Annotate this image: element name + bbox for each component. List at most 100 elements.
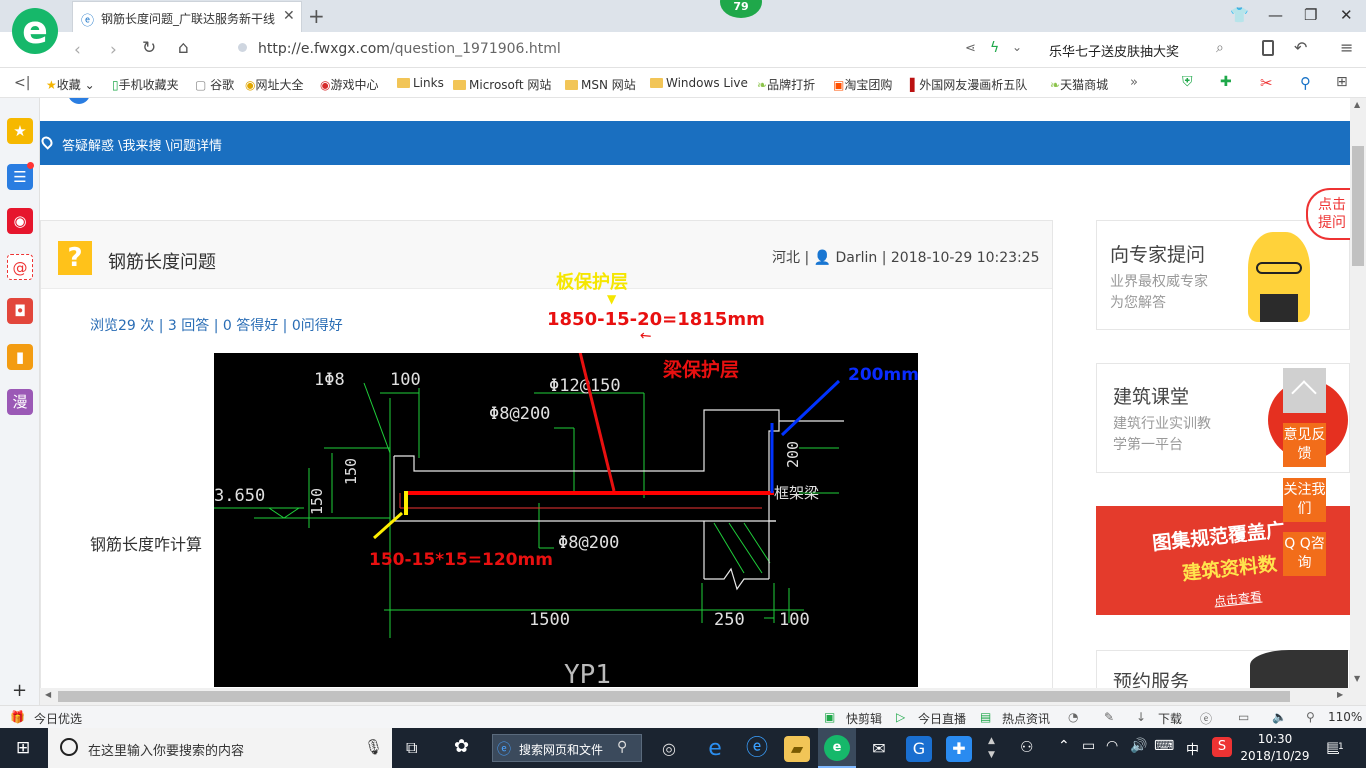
refresh-icon[interactable]: ↻ <box>142 38 156 58</box>
vertical-scroll-thumb[interactable] <box>1352 146 1364 266</box>
scroll-up-icon[interactable]: ▲ <box>1354 100 1360 109</box>
status-zoom[interactable]: 110% <box>1328 710 1362 724</box>
wifi-icon[interactable]: ◠ <box>1106 738 1118 754</box>
taskbar-scroll-icon[interactable]: ▲ ▼ <box>988 734 995 762</box>
float-ask-button[interactable]: 点击提问 <box>1306 188 1354 240</box>
bookmark-brand[interactable]: ❧品牌打折 <box>757 76 815 93</box>
bookmark-windows-live[interactable]: Windows Live <box>650 76 748 90</box>
window-icon[interactable]: ▭ <box>1238 710 1249 724</box>
manga-icon[interactable]: 漫 <box>7 389 33 415</box>
bookmark-mobile[interactable]: ▯手机收藏夹 <box>112 76 179 93</box>
taskbar-edge-icon[interactable]: e <box>702 736 728 762</box>
breadcrumb-bar <box>40 121 1350 165</box>
browser-logo-icon[interactable]: e <box>12 8 58 54</box>
speaker-icon[interactable]: 🔊 <box>1130 738 1147 754</box>
bookmark-msn[interactable]: MSN 网站 <box>565 76 636 93</box>
pin-icon[interactable]: ✎ <box>1104 710 1114 724</box>
ime-indicator[interactable]: 中 <box>1186 739 1199 758</box>
undo-icon[interactable]: ↶ <box>1294 38 1307 57</box>
status-today[interactable]: 今日优选 <box>34 710 82 727</box>
magnifier-icon[interactable]: ⚲ <box>1300 74 1311 92</box>
scroll-left-icon[interactable]: ◀ <box>45 690 51 699</box>
battery-icon[interactable]: ▭ <box>1082 738 1095 754</box>
people-icon[interactable]: ⚇ <box>1020 738 1033 756</box>
chevron-down-icon[interactable]: ⌄ <box>1012 40 1022 54</box>
tab-active[interactable]: ⓔ 钢筋长度问题_广联达服务新干线 ✕ <box>72 1 302 32</box>
scroll-top-button[interactable] <box>1283 368 1326 413</box>
taskbar-explorer-icon[interactable]: ▰ <box>784 736 810 762</box>
windows-start-icon[interactable]: ⊞ <box>16 738 30 758</box>
weibo-icon[interactable]: ◉ <box>7 208 33 234</box>
clock-time: 10:30 <box>1257 732 1293 746</box>
promo-line2: 建筑资料数 <box>1181 553 1279 585</box>
forward-icon[interactable]: › <box>110 40 117 60</box>
home-icon[interactable]: ⌂ <box>178 38 189 58</box>
mail-icon[interactable]: @ <box>7 254 33 280</box>
favorites-star-icon[interactable]: ★ <box>7 118 33 144</box>
shield-icon[interactable]: ⛨ <box>1182 74 1193 90</box>
bookmark-google[interactable]: ▢ 谷歌 <box>195 76 234 93</box>
new-tab-button[interactable]: + <box>308 4 325 28</box>
speed-icon[interactable]: ◔ <box>1068 710 1078 724</box>
bookmark-hao[interactable]: ◉网址大全 <box>245 76 304 93</box>
bookmark-tmall[interactable]: ❧天猫商城 <box>1050 76 1108 93</box>
status-news[interactable]: 热点资讯 <box>1002 710 1050 727</box>
scroll-right-icon[interactable]: ▶ <box>1337 690 1343 699</box>
task-view-icon[interactable]: ⧉ <box>406 738 417 758</box>
float-feedback-button[interactable]: 意见反馈 <box>1283 423 1326 467</box>
url-input[interactable]: http://e.fwxgx.com/question_1971906.html <box>258 41 561 57</box>
pinwheel-icon[interactable]: ✿ <box>454 736 469 757</box>
share-icon[interactable]: ⋖ <box>965 41 976 56</box>
breadcrumb[interactable]: 答疑解惑 \我来搜 \问题详情 <box>62 135 222 154</box>
taskbar-app-chrome-icon[interactable]: ◎ <box>656 736 682 762</box>
taskbar-search-input[interactable]: 在这里输入你要搜索的内容 🎙 <box>48 728 392 768</box>
scissors-icon[interactable]: ✂ <box>1260 74 1273 92</box>
menu-icon[interactable]: ≡ <box>1340 38 1353 57</box>
system-clock[interactable]: 10:30 2018/10/29 <box>1240 731 1310 765</box>
status-live[interactable]: 今日直播 <box>918 710 966 727</box>
bookmark-taobao[interactable]: ▣淘宝团购 <box>833 76 892 93</box>
minimize-icon[interactable]: — <box>1268 6 1283 24</box>
collapse-sidebar-icon[interactable]: <| <box>14 75 30 91</box>
close-tab-icon[interactable]: ✕ <box>283 8 295 24</box>
shirt-icon[interactable]: 👕 <box>1230 6 1249 24</box>
taskbar-mail-icon[interactable]: ✉ <box>866 736 892 762</box>
taskbar-plus-icon[interactable]: ✚ <box>946 736 972 762</box>
status-download[interactable]: 下载 <box>1158 710 1182 727</box>
keyboard-icon[interactable]: ⌨ <box>1154 738 1174 754</box>
lightning-icon[interactable]: ϟ <box>990 40 999 56</box>
tray-expand-icon[interactable]: ⌃ <box>1058 738 1070 754</box>
status-clip[interactable]: 快剪辑 <box>846 710 882 727</box>
ie-mode-icon[interactable]: ⓔ <box>1200 710 1212 727</box>
search-icon[interactable]: ⌕ <box>1216 40 1224 56</box>
bookmark-links[interactable]: Links <box>397 76 444 90</box>
taskbar-g-icon[interactable]: G <box>906 736 932 762</box>
microphone-icon[interactable]: 🎙 <box>364 738 383 756</box>
back-icon[interactable]: ‹ <box>74 40 81 60</box>
game-icon[interactable]: ◘ <box>7 298 33 324</box>
float-follow-button[interactable]: 关注我们 <box>1283 478 1326 522</box>
bookmark-comic[interactable]: ▌外国网友漫画析五队 <box>910 76 1027 93</box>
grid-icon[interactable]: ⊞ <box>1336 74 1348 90</box>
mobile-icon[interactable] <box>1262 40 1274 56</box>
bookmark-games[interactable]: ◉游戏中心 <box>320 76 379 93</box>
sogou-icon[interactable]: S <box>1212 737 1232 757</box>
web-search-box[interactable]: ⓔ 搜索网页和文件 ⚲ <box>492 734 642 762</box>
translate-icon[interactable]: ✚ <box>1220 74 1232 90</box>
restore-icon[interactable]: ❐ <box>1304 6 1317 24</box>
add-icon[interactable]: + <box>12 680 27 701</box>
scroll-down-icon[interactable]: ▼ <box>1354 674 1360 683</box>
volume-icon[interactable]: 🔈 <box>1272 710 1287 724</box>
close-window-icon[interactable]: ✕ <box>1340 6 1353 24</box>
bookmark-microsoft[interactable]: Microsoft 网站 <box>453 76 551 93</box>
more-bookmarks-icon[interactable]: » <box>1130 75 1138 90</box>
label-phi8-bottom: Φ8@200 <box>558 533 619 553</box>
label-100-top: 100 <box>390 370 421 390</box>
book-icon[interactable]: ▮ <box>7 344 33 370</box>
float-qq-button[interactable]: Q Q咨询 <box>1283 532 1326 576</box>
taskbar-active-app[interactable]: e <box>818 728 856 768</box>
horizontal-scroll-thumb[interactable] <box>58 691 1290 702</box>
bookmark-favorites[interactable]: ★收藏 ⌄ <box>46 76 95 93</box>
taskbar-ie-icon[interactable]: ⓔ <box>744 736 770 762</box>
search-suggestion[interactable]: 乐华七子送皮肤抽大奖 <box>1049 41 1179 60</box>
